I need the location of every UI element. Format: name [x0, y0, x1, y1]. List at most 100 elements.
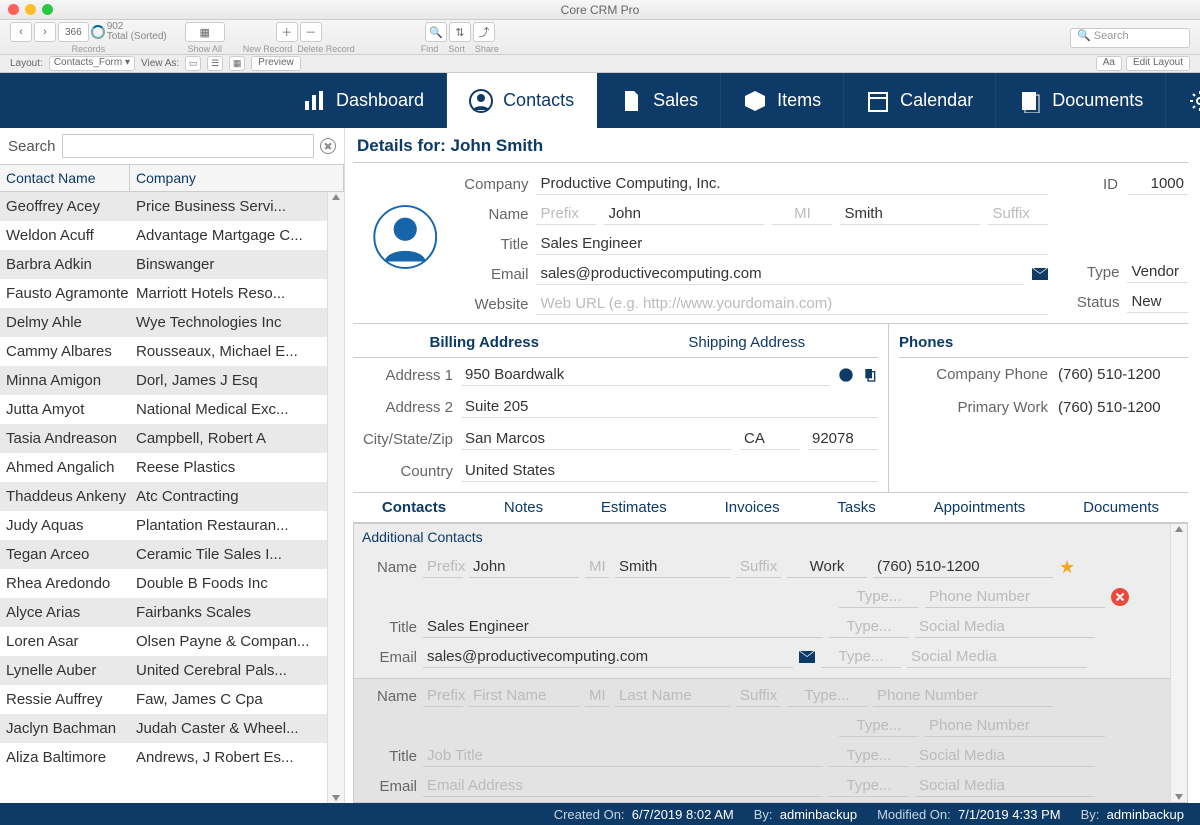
list-item[interactable]: Tasia AndreasonCampbell, Robert A [0, 424, 327, 453]
copy-icon[interactable] [862, 367, 878, 383]
list-item[interactable]: Thaddeus AnkenyAtc Contracting [0, 482, 327, 511]
preview-button[interactable]: Preview [251, 56, 301, 71]
ac-title[interactable]: Sales Engineer [423, 616, 823, 638]
clear-search-icon[interactable] [320, 138, 336, 154]
type-field[interactable]: Vendor [1127, 261, 1188, 283]
tab-documents[interactable]: Documents [996, 73, 1166, 128]
scroll-up-icon[interactable] [332, 194, 340, 200]
list-item[interactable]: Delmy AhleWye Technologies Inc [0, 308, 327, 337]
list-item[interactable]: Rhea AredondoDouble B Foods Inc [0, 569, 327, 598]
dtab-estimates[interactable]: Estimates [591, 499, 677, 516]
mi-field[interactable]: MI [772, 203, 832, 225]
tab-items[interactable]: Items [721, 73, 844, 128]
additional-scrollbar[interactable] [1170, 524, 1187, 802]
sort-button[interactable]: ⇅ [449, 22, 471, 42]
delete-icon[interactable] [1111, 588, 1129, 606]
list-item[interactable]: Barbra AdkinBinswanger [0, 250, 327, 279]
globe-icon[interactable] [838, 367, 854, 383]
delete-record-button[interactable]: － [300, 22, 322, 42]
view-form[interactable]: ▭ [185, 56, 201, 71]
nav-back[interactable]: ‹ [10, 22, 32, 42]
list-item[interactable]: Loren AsarOlsen Payne & Compan... [0, 627, 327, 656]
last-name-field[interactable]: Smith [840, 203, 980, 225]
list-item[interactable]: Fausto AgramonteMarriott Hotels Reso... [0, 279, 327, 308]
website-field[interactable]: Web URL (e.g. http://www.yourdomain.com) [536, 293, 1048, 315]
box-icon [743, 89, 767, 113]
dtab-notes[interactable]: Notes [494, 499, 553, 516]
shipping-tab[interactable]: Shipping Address [616, 328, 879, 357]
view-list[interactable]: ☰ [207, 56, 223, 71]
ac-pval[interactable]: (760) 510-1200 [873, 556, 1053, 578]
phones-header: Phones [899, 328, 1188, 358]
company-field[interactable]: Productive Computing, Inc. [536, 173, 1048, 195]
list-item[interactable]: Aliza BaltimoreAndrews, J Robert Es... [0, 743, 327, 772]
list-item[interactable]: Alyce AriasFairbanks Scales [0, 598, 327, 627]
show-all-button[interactable]: ▦ [185, 22, 225, 42]
scroll-down-icon[interactable] [1175, 794, 1183, 800]
list-item[interactable]: Ressie AuffreyFaw, James C Cpa [0, 685, 327, 714]
tab-preferences[interactable]: Preferences [1166, 73, 1200, 128]
ac-ptype[interactable]: Work [787, 556, 867, 578]
state-field[interactable]: CA [740, 428, 800, 450]
first-name-field[interactable]: John [604, 203, 764, 225]
new-record-button[interactable]: ＋ [276, 22, 298, 42]
avatar [373, 177, 437, 297]
record-counter[interactable]: 366 [58, 22, 89, 42]
text-size[interactable]: Aa [1096, 56, 1122, 71]
list-item[interactable]: Ahmed AngalichReese Plastics [0, 453, 327, 482]
addr2-field[interactable]: Suite 205 [461, 396, 878, 418]
list-item[interactable]: Jutta AmyotNational Medical Exc... [0, 395, 327, 424]
search-top[interactable]: 🔍 Search [1070, 28, 1190, 48]
list-item[interactable]: Weldon AcuffAdvantage Martgage C... [0, 221, 327, 250]
scrollbar[interactable] [327, 192, 344, 803]
mail-icon[interactable] [799, 651, 815, 663]
ac-email[interactable]: sales@productivecomputing.com [423, 646, 793, 668]
scroll-down-icon[interactable] [332, 795, 340, 801]
layout-bar: Layout: Contacts_Form ▾ View As: ▭ ☰ ▦ P… [0, 55, 1200, 73]
country-field[interactable]: United States [461, 460, 878, 482]
list-item[interactable]: Judy AquasPlantation Restauran... [0, 511, 327, 540]
zip-field[interactable]: 92078 [808, 428, 878, 450]
list-item[interactable]: Minna AmigonDorl, James J Esq [0, 366, 327, 395]
gear-icon [1188, 89, 1200, 113]
share-button[interactable]: ⤴ [473, 22, 495, 42]
city-field[interactable]: San Marcos [461, 428, 732, 450]
search-input[interactable] [62, 134, 314, 158]
tab-sales[interactable]: Sales [597, 73, 721, 128]
list-item[interactable]: Jaclyn BachmanJudah Caster & Wheel... [0, 714, 327, 743]
billing-tab[interactable]: Billing Address [353, 328, 616, 357]
star-icon[interactable]: ★ [1059, 557, 1075, 578]
tab-dashboard[interactable]: Dashboard [280, 73, 447, 128]
list-item[interactable]: Cammy AlbaresRousseaux, Michael E... [0, 337, 327, 366]
list-item[interactable]: Tegan ArceoCeramic Tile Sales I... [0, 540, 327, 569]
col-contact-name[interactable]: Contact Name [0, 165, 130, 191]
company-phone[interactable]: (760) 510-1200 [1058, 366, 1188, 383]
primary-work-phone[interactable]: (760) 510-1200 [1058, 399, 1188, 416]
title-field[interactable]: Sales Engineer [536, 233, 1048, 255]
email-field[interactable]: sales@productivecomputing.com [536, 263, 1024, 285]
ac-last[interactable]: Smith [615, 556, 730, 578]
find-button[interactable]: 🔍 [425, 22, 447, 42]
suffix-field[interactable]: Suffix [988, 203, 1048, 225]
list-item[interactable]: Geoffrey AceyPrice Business Servi... [0, 192, 327, 221]
col-company[interactable]: Company [130, 165, 344, 191]
tab-contacts[interactable]: Contacts [447, 73, 597, 128]
view-table[interactable]: ▦ [229, 56, 245, 71]
mail-icon[interactable] [1032, 268, 1048, 280]
scroll-up-icon[interactable] [1175, 526, 1183, 532]
edit-layout-button[interactable]: Edit Layout [1126, 56, 1190, 71]
dtab-appointments[interactable]: Appointments [924, 499, 1036, 516]
dtab-invoices[interactable]: Invoices [715, 499, 790, 516]
nav-fwd[interactable]: › [34, 22, 56, 42]
layout-select[interactable]: Contacts_Form ▾ [49, 56, 135, 71]
prefix-field[interactable]: Prefix [536, 203, 596, 225]
tab-calendar[interactable]: Calendar [844, 73, 996, 128]
status-field[interactable]: New [1127, 291, 1188, 313]
dtab-contacts[interactable]: Contacts [372, 499, 456, 516]
main-panel: Details for: John Smith CompanyProductiv… [345, 128, 1200, 803]
list-item[interactable]: Lynelle AuberUnited Cerebral Pals... [0, 656, 327, 685]
ac-first[interactable]: John [469, 556, 579, 578]
dtab-tasks[interactable]: Tasks [827, 499, 885, 516]
dtab-documents[interactable]: Documents [1073, 499, 1169, 516]
addr1-field[interactable]: 950 Boardwalk [461, 364, 830, 386]
